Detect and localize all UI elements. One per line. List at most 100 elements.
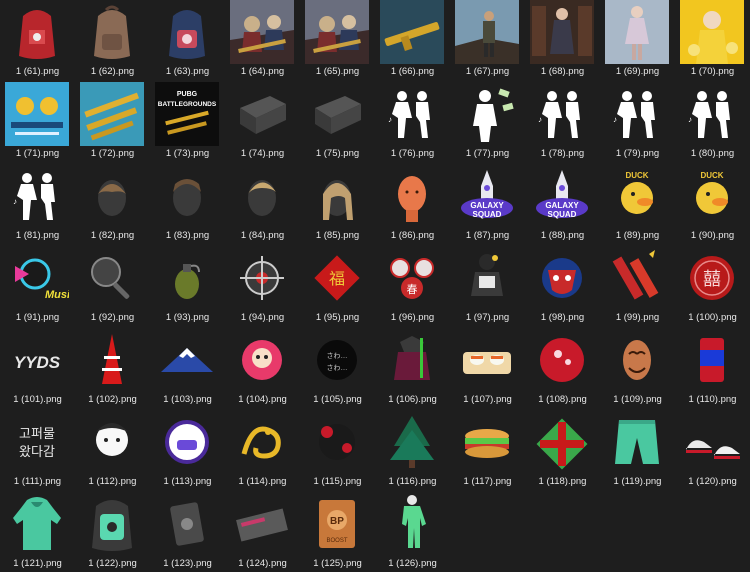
file-name-label: 1 (64).png — [240, 66, 285, 77]
svg-text:福: 福 — [329, 270, 345, 288]
file-item[interactable]: 1 (102).png — [75, 328, 150, 408]
file-item[interactable]: 1 (86).png — [375, 164, 450, 244]
file-name-label: 1 (114).png — [238, 476, 287, 487]
file-item[interactable]: 1 (124).png — [225, 492, 300, 572]
svg-text:SQUAD: SQUAD — [548, 210, 577, 219]
file-item[interactable]: DUCK 1 (89).png — [600, 164, 675, 244]
file-item[interactable]: 1 (114).png — [225, 410, 300, 490]
file-item[interactable]: 1 (72).png — [75, 82, 150, 162]
can-icon — [680, 328, 744, 392]
file-item[interactable]: 1 (116).png — [375, 410, 450, 490]
file-item[interactable]: ♪ 1 (81).png — [0, 164, 75, 244]
file-name-label: 1 (83).png — [165, 230, 210, 241]
file-item[interactable]: 1 (77).png — [450, 82, 525, 162]
file-item[interactable]: 1 (126).png — [375, 492, 450, 572]
file-name-label: 1 (107).png — [463, 394, 512, 405]
file-item[interactable]: 1 (85).png — [300, 164, 375, 244]
file-name-label: 1 (66).png — [390, 66, 435, 77]
file-item[interactable]: 1 (64).png — [225, 0, 300, 80]
file-item[interactable]: 1 (115).png — [300, 410, 375, 490]
file-item[interactable]: BP BOOST 1 (125).png — [300, 492, 375, 572]
file-name-label: 1 (124).png — [238, 558, 287, 569]
file-item[interactable]: 1 (117).png — [450, 410, 525, 490]
dance-emote-icon: ♪ — [530, 82, 594, 146]
file-name-label: 1 (97).png — [465, 312, 510, 323]
file-item[interactable]: 1 (65).png — [300, 0, 375, 80]
file-item[interactable]: 1 (103).png — [150, 328, 225, 408]
file-item[interactable]: 1 (83).png — [150, 164, 225, 244]
file-item[interactable]: 1 (121).png — [0, 492, 75, 572]
file-item[interactable]: 1 (84).png — [225, 164, 300, 244]
file-item[interactable]: 1 (69).png — [600, 0, 675, 80]
file-item[interactable]: 1 (94).png — [225, 246, 300, 326]
file-item[interactable]: ♪ 1 (76).png — [375, 82, 450, 162]
daruma-icon — [230, 328, 294, 392]
svg-text:BOOST: BOOST — [326, 538, 347, 544]
file-item[interactable]: 1 (61).png — [0, 0, 75, 80]
file-item[interactable]: ♪ 1 (79).png — [600, 82, 675, 162]
file-item[interactable]: PUBG BATTLEGROUNDS 1 (73).png — [150, 82, 225, 162]
file-item[interactable]: 1 (74).png — [225, 82, 300, 162]
file-item[interactable]: 春 1 (96).png — [375, 246, 450, 326]
file-name-label: 1 (86).png — [390, 230, 435, 241]
file-item[interactable]: 1 (99).png — [600, 246, 675, 326]
file-item[interactable]: 1 (107).png — [450, 328, 525, 408]
file-name-label: 1 (73).png — [165, 148, 210, 159]
file-item[interactable]: 1 (113).png — [150, 410, 225, 490]
file-item[interactable]: DUCK 1 (90).png — [675, 164, 750, 244]
file-name-label: 1 (87).png — [465, 230, 510, 241]
file-name-label: 1 (61).png — [15, 66, 60, 77]
file-item[interactable]: 1 (110).png — [675, 328, 750, 408]
file-item[interactable]: 1 (82).png — [75, 164, 150, 244]
ticket-icon — [230, 492, 294, 556]
file-item[interactable]: GALAXY SQUAD 1 (87).png — [450, 164, 525, 244]
firecracker-icon — [605, 246, 669, 310]
file-item[interactable]: ♪ 1 (78).png — [525, 82, 600, 162]
file-item[interactable]: 囍 1 (100).png — [675, 246, 750, 326]
file-item[interactable]: 1 (98).png — [525, 246, 600, 326]
crosshair-icon — [230, 246, 294, 310]
file-item[interactable]: Music 1 (91).png — [0, 246, 75, 326]
file-item[interactable]: 1 (75).png — [300, 82, 375, 162]
file-item[interactable]: 1 (66).png — [375, 0, 450, 80]
file-item[interactable]: さわ… さわ… 1 (105).png — [300, 328, 375, 408]
file-item[interactable]: 1 (123).png — [150, 492, 225, 572]
file-item[interactable]: 1 (119).png — [600, 410, 675, 490]
file-item[interactable]: 1 (112).png — [75, 410, 150, 490]
file-item[interactable]: 1 (62).png — [75, 0, 150, 80]
ink-splat-icon — [305, 410, 369, 474]
navy-backpack-icon — [155, 0, 219, 64]
file-item[interactable]: 1 (106).png — [375, 328, 450, 408]
file-item[interactable]: 1 (67).png — [450, 0, 525, 80]
orange-head-icon — [380, 164, 444, 228]
file-item[interactable]: YYDS 1 (101).png — [0, 328, 75, 408]
file-name-label: 1 (112).png — [88, 476, 137, 487]
file-item[interactable]: 1 (68).png — [525, 0, 600, 80]
file-item[interactable]: 1 (71).png — [0, 82, 75, 162]
file-item[interactable]: GALAXY SQUAD 1 (88).png — [525, 164, 600, 244]
file-name-label: 1 (85).png — [315, 230, 360, 241]
file-item[interactable]: 福 1 (95).png — [300, 246, 375, 326]
file-item[interactable]: ♪ 1 (80).png — [675, 82, 750, 162]
soldier-figure-icon — [455, 246, 519, 310]
file-item[interactable]: 1 (97).png — [450, 246, 525, 326]
file-item[interactable]: 1 (120).png — [675, 410, 750, 490]
file-item[interactable]: 1 (122).png — [75, 492, 150, 572]
file-item[interactable]: 1 (63).png — [150, 0, 225, 80]
bp-card-icon: BP BOOST — [305, 492, 369, 556]
purple-badge-icon — [155, 410, 219, 474]
file-item[interactable]: 1 (93).png — [150, 246, 225, 326]
file-name-label: 1 (96).png — [390, 312, 435, 323]
music-spray-icon: Music — [5, 246, 69, 310]
file-item[interactable]: 고퍼물 왔다감 1 (111).png — [0, 410, 75, 490]
file-item[interactable]: 1 (118).png — [525, 410, 600, 490]
battle-poster-icon — [305, 0, 369, 64]
dance-emote-icon: ♪ — [5, 164, 69, 228]
file-item[interactable]: 1 (70).png — [675, 0, 750, 80]
hoodie-icon — [5, 492, 69, 556]
file-item[interactable]: 1 (108).png — [525, 328, 600, 408]
file-item[interactable]: 1 (104).png — [225, 328, 300, 408]
file-item[interactable]: 1 (109).png — [600, 328, 675, 408]
file-name-label: 1 (91).png — [15, 312, 60, 323]
file-item[interactable]: 1 (92).png — [75, 246, 150, 326]
